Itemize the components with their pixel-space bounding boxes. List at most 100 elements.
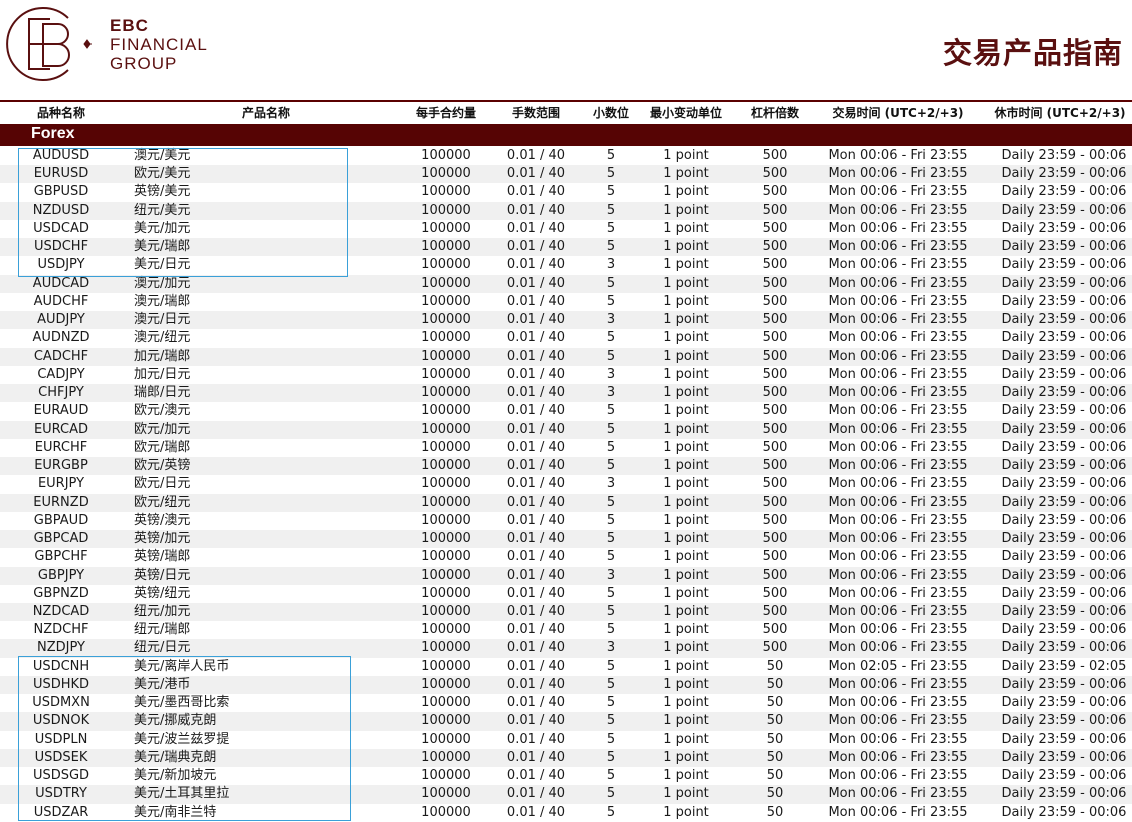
cell-digits: 5 [606, 585, 616, 601]
table-row: AUDCAD 澳元/加元 100000 0.01 / 40 5 1 point 500 Mon… [0, 274, 1132, 293]
cell-contract-size: 100000 [421, 476, 471, 492]
cell-product-name: 澳元/加元 [134, 275, 191, 291]
cell-leverage: 50 [766, 713, 784, 729]
col-header-symbol: 品种名称 [36, 106, 85, 120]
cell-close-hours: Daily 23:59 - 00:06 [1001, 421, 1127, 437]
cell-close-hours: Daily 23:59 - 00:06 [1001, 804, 1127, 820]
cell-digits: 5 [606, 768, 616, 784]
cell-leverage: 50 [766, 676, 784, 692]
cell-min-tick: 1 point [663, 348, 709, 364]
cell-product-name: 欧元/加元 [134, 421, 191, 437]
cell-trading-hours: Mon 00:06 - Fri 23:55 [828, 494, 968, 510]
cell-trading-hours: Mon 00:06 - Fri 23:55 [828, 567, 968, 583]
brand-name: EBC FINANCIAL GROUP [110, 16, 208, 73]
brand-line-3: GROUP [110, 54, 178, 73]
cell-close-hours: Daily 23:59 - 00:06 [1001, 622, 1127, 638]
cell-trading-hours: Mon 00:06 - Fri 23:55 [828, 604, 968, 619]
cell-min-tick: 1 point [663, 421, 709, 437]
cell-contract-size: 100000 [421, 713, 471, 729]
cell-digits: 5 [606, 494, 616, 510]
cell-contract-size: 100000 [421, 749, 471, 765]
cell-digits: 5 [606, 421, 616, 437]
cell-trading-hours: Mon 00:06 - Fri 23:55 [828, 622, 968, 638]
cell-contract-size: 100000 [421, 275, 471, 291]
cell-trading-hours: Mon 00:06 - Fri 23:55 [828, 439, 968, 455]
cell-close-hours: Daily 23:59 - 00:06 [1001, 148, 1127, 163]
col-header-min-tick: 最小变动单位 [649, 106, 722, 120]
cell-close-hours: Daily 23:59 - 00:06 [1001, 166, 1127, 182]
cell-symbol: NZDCAD [32, 604, 90, 619]
cell-min-tick: 1 point [663, 604, 709, 619]
table-row: CADCHF 加元/瑞郎 100000 0.01 / 40 5 1 point 500 Mon… [0, 347, 1132, 366]
cell-trading-hours: Mon 00:06 - Fri 23:55 [828, 804, 968, 820]
cell-lot-range: 0.01 / 40 [506, 458, 566, 474]
cell-min-tick: 1 point [663, 567, 709, 583]
table-row: GBPCAD 英镑/加元 100000 0.01 / 40 5 1 point 500 Mon… [0, 530, 1132, 549]
cell-leverage: 500 [762, 257, 788, 273]
table-row: EURGBP 欧元/英镑 100000 0.01 / 40 5 1 point 500 Mon… [0, 457, 1132, 476]
cell-product-name: 澳元/瑞郎 [134, 293, 191, 309]
cell-close-hours: Daily 23:59 - 00:06 [1001, 385, 1127, 401]
cell-leverage: 50 [766, 695, 784, 711]
cell-lot-range: 0.01 / 40 [506, 348, 566, 364]
cell-digits: 5 [606, 786, 616, 802]
cell-product-name: 纽元/瑞郎 [134, 622, 191, 638]
table-row: EURAUD 欧元/澳元 100000 0.01 / 40 5 1 point 500 Mon… [0, 402, 1132, 420]
col-header-close-hours: 休市时间 (UTC+2/+3) [994, 106, 1126, 120]
cell-contract-size: 100000 [421, 640, 471, 656]
table-row: CADJPY 加元/日元 100000 0.01 / 40 3 1 point 500 Mon… [0, 366, 1132, 384]
cell-contract-size: 100000 [421, 804, 471, 820]
table-row: AUDJPY 澳元/日元 100000 0.01 / 40 3 1 point 500 Mon… [0, 311, 1132, 330]
cell-leverage: 500 [762, 640, 788, 656]
cell-digits: 5 [606, 220, 616, 236]
header-divider [0, 100, 1132, 102]
cell-close-hours: Daily 23:59 - 00:06 [1001, 348, 1127, 364]
cell-digits: 5 [606, 166, 616, 182]
cell-close-hours: Daily 23:59 - 02:05 [1001, 658, 1127, 674]
cell-digits: 5 [606, 184, 616, 200]
cell-product-name: 欧元/英镑 [134, 458, 191, 474]
cell-symbol: NZDCHF [33, 622, 89, 638]
cell-trading-hours: Mon 00:06 - Fri 23:55 [828, 585, 968, 601]
cell-digits: 5 [606, 804, 616, 820]
cell-min-tick: 1 point [663, 804, 709, 820]
cell-product-name: 纽元/日元 [134, 640, 191, 656]
cell-product-name: 英镑/瑞郎 [134, 549, 191, 565]
cell-product-name: 欧元/纽元 [134, 494, 191, 510]
cell-digits: 5 [606, 622, 616, 638]
cell-close-hours: Daily 23:59 - 00:06 [1001, 312, 1127, 328]
cell-leverage: 50 [766, 786, 784, 802]
cell-digits: 3 [606, 385, 616, 401]
cell-contract-size: 100000 [421, 366, 471, 382]
table-row: GBPNZD 英镑/纽元 100000 0.01 / 40 5 1 point 500 Mon… [0, 585, 1132, 603]
cell-contract-size: 100000 [421, 403, 471, 419]
cell-min-tick: 1 point [663, 512, 709, 528]
cell-min-tick: 1 point [663, 749, 709, 765]
cell-contract-size: 100000 [421, 786, 471, 802]
cell-digits: 3 [606, 257, 616, 273]
cell-contract-size: 100000 [421, 202, 471, 218]
table-row: NZDJPY 纽元/日元 100000 0.01 / 40 3 1 point 500 Mon… [0, 639, 1132, 658]
cell-symbol: AUDJPY [37, 312, 85, 328]
cell-digits: 5 [606, 439, 616, 455]
cell-trading-hours: Mon 00:06 - Fri 23:55 [828, 148, 968, 163]
cell-leverage: 500 [762, 567, 788, 583]
cell-close-hours: Daily 23:59 - 00:06 [1001, 604, 1127, 619]
table-row: EURNZD 欧元/纽元 100000 0.01 / 40 5 1 point 500 Mon… [0, 493, 1132, 512]
cell-digits: 5 [606, 239, 616, 255]
cell-contract-size: 100000 [421, 239, 471, 255]
brand-line-1: EBC [110, 16, 149, 35]
cell-leverage: 50 [766, 658, 784, 674]
cell-symbol: EURAUD [33, 403, 89, 419]
cell-trading-hours: Mon 00:06 - Fri 23:55 [828, 330, 968, 346]
cell-lot-range: 0.01 / 40 [506, 512, 566, 528]
cell-lot-range: 0.01 / 40 [506, 148, 566, 163]
cell-min-tick: 1 point [663, 330, 709, 346]
cell-leverage: 500 [762, 166, 788, 182]
cell-product-name: 加元/瑞郎 [134, 348, 191, 364]
cell-lot-range: 0.01 / 40 [506, 549, 566, 565]
cell-lot-range: 0.01 / 40 [506, 275, 566, 291]
cell-close-hours: Daily 23:59 - 00:06 [1001, 239, 1127, 255]
cell-leverage: 500 [762, 293, 788, 309]
cell-symbol: AUDCAD [32, 275, 90, 291]
